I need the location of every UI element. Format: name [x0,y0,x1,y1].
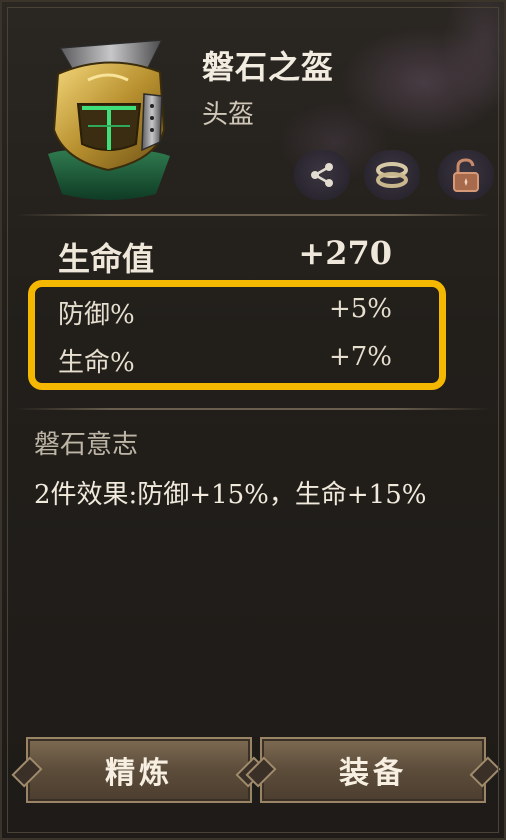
helmet-icon [48,39,170,200]
main-stat: 生命值 +270 [58,234,392,280]
ring-icon [376,162,408,188]
ring-button[interactable] [364,150,420,200]
main-stat-label: 生命值 [58,240,155,278]
header-divider [16,214,490,216]
main-stat-value: +270 [298,234,392,272]
item-type: 头盔 [202,100,255,130]
item-name: 磐石之盔 [202,48,335,86]
set-title: 磐石意志 [34,430,139,460]
lock-button[interactable] [438,150,494,200]
set-description: 2件效果:防御+15%，生命+15% [34,480,427,510]
refine-button[interactable]: 精炼 [26,737,252,803]
stats-divider [16,408,490,410]
share-button[interactable] [294,150,350,200]
item-detail-panel: 磐石之盔 头盔 生命值 +270 防御% +5% 生命% +7% 磐石意志 2件… [0,0,506,840]
unlock-icon [453,158,479,192]
equip-button[interactable]: 装备 [260,737,486,803]
share-icon [311,163,333,187]
sub-stats-highlight [28,280,446,390]
